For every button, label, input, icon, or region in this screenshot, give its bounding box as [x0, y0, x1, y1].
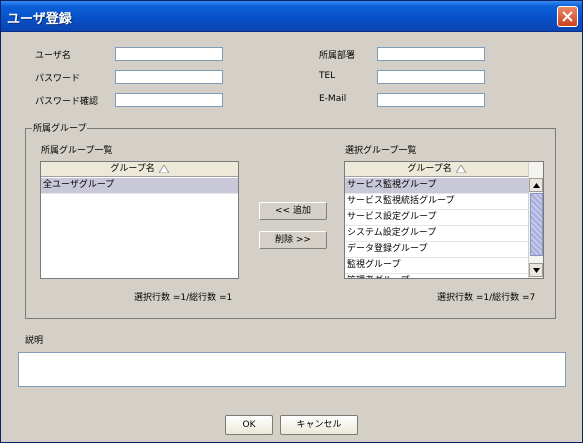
arrow-up-icon: [533, 183, 540, 188]
list-item[interactable]: 管理者グループ: [345, 274, 528, 278]
remove-group-button[interactable]: 削除 >>: [259, 231, 327, 249]
list-item[interactable]: 監視グループ: [345, 258, 528, 274]
assigned-groups-table[interactable]: グループ名 全ユーザグループ: [40, 161, 239, 279]
description-field[interactable]: [18, 352, 566, 387]
scroll-down-button[interactable]: [529, 263, 543, 277]
assigned-groups-status: 選択行数 =1/総行数 =1: [134, 293, 233, 303]
department-field[interactable]: [377, 47, 485, 61]
password-label: パスワード: [35, 74, 81, 84]
ok-button[interactable]: OK: [225, 415, 273, 435]
selected-groups-status: 選択行数 =1/総行数 =7: [437, 293, 536, 303]
department-label: 所属部署: [319, 51, 356, 61]
password-confirm-label: パスワード確認: [35, 97, 99, 107]
password-input[interactable]: [116, 71, 222, 83]
close-icon: [562, 11, 573, 22]
description-label: 説明: [25, 336, 44, 346]
list-item[interactable]: 全ユーザグループ: [41, 178, 238, 194]
cancel-button[interactable]: キャンセル: [280, 415, 358, 435]
vertical-scrollbar[interactable]: [528, 162, 543, 278]
email-label: E-Mail: [319, 94, 347, 104]
username-label: ユーザ名: [35, 51, 71, 61]
sort-ascending-icon: [158, 164, 169, 173]
selected-groups-table[interactable]: グループ名 サービス監視グループ サービス監視統括グループ サービス設定グループ シス…: [344, 161, 544, 279]
group-fieldset-legend: 所属グループ: [32, 121, 88, 134]
list-item[interactable]: データ登録グループ: [345, 242, 528, 258]
scroll-up-button[interactable]: [529, 178, 543, 192]
password-field[interactable]: [115, 70, 223, 84]
list-item[interactable]: サービス監視グループ: [345, 178, 528, 194]
column-header-group-name[interactable]: グループ名: [41, 162, 238, 177]
column-header-group-name[interactable]: グループ名: [345, 162, 528, 177]
tel-label: TEL: [319, 71, 336, 81]
add-group-button[interactable]: << 追加: [259, 202, 327, 220]
department-input[interactable]: [378, 48, 484, 60]
column-header-label: グループ名: [407, 164, 452, 174]
user-registration-dialog: ユーザ登録 ユーザ名 パスワード パスワード確認 所属部署 TEL E-Mail…: [0, 0, 583, 443]
assigned-groups-title: 所属グループ一覧: [41, 146, 113, 156]
email-input[interactable]: [378, 94, 484, 106]
list-item[interactable]: システム設定グループ: [345, 226, 528, 242]
selected-groups-title: 選択グループ一覧: [345, 146, 417, 156]
scrollbar-thumb[interactable]: [530, 193, 543, 256]
window-title: ユーザ登録: [7, 12, 72, 27]
title-bar[interactable]: ユーザ登録: [1, 1, 582, 32]
password-confirm-input[interactable]: [116, 94, 222, 106]
tel-field[interactable]: [377, 70, 485, 84]
list-item[interactable]: サービス監視統括グループ: [345, 194, 528, 210]
username-field[interactable]: [115, 47, 223, 61]
list-item[interactable]: サービス設定グループ: [345, 210, 528, 226]
tel-input[interactable]: [378, 71, 484, 83]
sort-ascending-icon: [455, 164, 466, 173]
email-field[interactable]: [377, 93, 485, 107]
close-button[interactable]: [557, 6, 578, 27]
password-confirm-field[interactable]: [115, 93, 223, 107]
arrow-down-icon: [533, 268, 540, 273]
username-input[interactable]: [116, 48, 222, 60]
column-header-label: グループ名: [110, 164, 155, 174]
